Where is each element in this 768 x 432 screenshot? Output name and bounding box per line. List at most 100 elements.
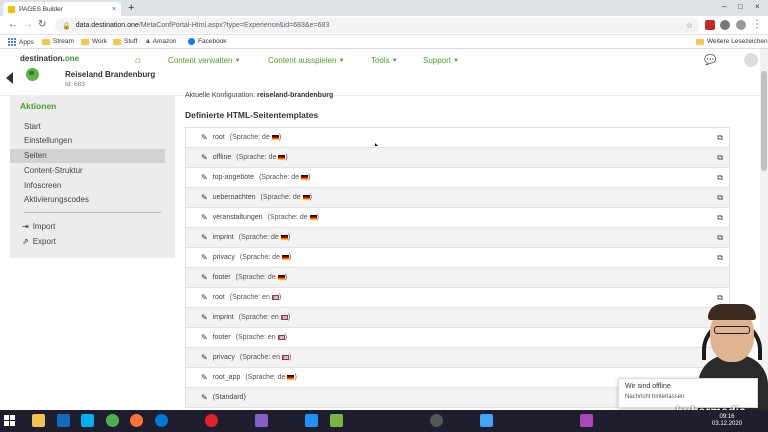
bookmark-star-icon[interactable]: ☆ — [686, 21, 693, 30]
sidebar-item-seiten[interactable]: Seiten — [10, 149, 165, 163]
template-name[interactable]: uebernachten — [213, 194, 256, 201]
nav-support[interactable]: Support ▼ — [423, 56, 459, 65]
edit-icon[interactable]: ✎ — [201, 153, 208, 162]
template-name[interactable]: imprint — [213, 234, 234, 241]
vscode-icon[interactable] — [305, 414, 318, 427]
template-name[interactable]: privacy — [213, 254, 235, 261]
template-row[interactable]: ✎imprint(Sprache: en)⧉ — [186, 308, 729, 328]
edit-icon[interactable]: ✎ — [201, 293, 208, 302]
template-name[interactable]: top-angebote — [213, 174, 254, 181]
import-action[interactable]: ⇥ Import — [22, 222, 55, 231]
browser-menu-icon[interactable]: ⋮ — [752, 19, 762, 31]
template-name[interactable]: footer — [213, 334, 231, 341]
template-row[interactable]: ✎ root (Sprache: de) ⧉ — [186, 128, 729, 148]
external-link-icon[interactable]: ⧉ — [717, 153, 723, 163]
back-arrow-icon[interactable] — [6, 72, 13, 84]
external-link-icon[interactable]: ⧉ — [717, 173, 723, 183]
reload-icon[interactable]: ↻ — [38, 19, 46, 31]
avatar[interactable] — [744, 53, 758, 67]
app-icon[interactable] — [580, 414, 593, 427]
nav-content-verwalten[interactable]: Content verwalten ▼ — [168, 56, 240, 65]
external-link-icon[interactable]: ⧉ — [717, 233, 723, 243]
edit-icon[interactable]: ✎ — [201, 213, 208, 222]
back-nav-icon[interactable]: ← — [8, 19, 18, 31]
opera-icon[interactable] — [205, 414, 218, 427]
bookmark-facebook[interactable]: Facebook — [188, 38, 227, 45]
app-icon[interactable] — [430, 414, 443, 427]
scrollbar-thumb[interactable] — [761, 71, 767, 171]
firefox-icon[interactable] — [130, 414, 143, 427]
edit-icon[interactable]: ✎ — [201, 313, 208, 322]
maximize-button[interactable]: □ — [738, 2, 743, 11]
windows-start-icon[interactable] — [4, 415, 15, 426]
edit-icon[interactable]: ✎ — [201, 173, 208, 182]
address-bar[interactable]: 🔒 data.destination.one /MetaConfPortal-H… — [55, 18, 700, 33]
external-link-icon[interactable]: ⧉ — [717, 213, 723, 223]
bookmark-stuff[interactable]: Stuff — [113, 38, 137, 45]
minimize-button[interactable]: – — [722, 2, 726, 11]
template-name[interactable]: veranstaltungen — [213, 214, 263, 221]
template-name[interactable]: (Standard) — [213, 394, 246, 401]
external-link-icon[interactable]: ⧉ — [717, 133, 723, 143]
new-tab-button[interactable]: + — [128, 2, 134, 14]
template-row[interactable]: ✎ imprint (Sprache: de) ⧉ — [186, 228, 729, 248]
chat-icon[interactable]: 💬 — [704, 55, 716, 66]
template-name[interactable]: root_app — [213, 374, 241, 381]
tab-close-icon[interactable]: × — [112, 6, 116, 13]
visual-studio-icon[interactable] — [255, 414, 268, 427]
template-row[interactable]: ✎ top-angebote (Sprache: de) ⧉ — [186, 168, 729, 188]
template-name[interactable]: root — [213, 134, 225, 141]
browser-tab[interactable]: PAGES Builder × — [3, 2, 121, 16]
edit-icon[interactable]: ✎ — [201, 133, 208, 142]
app-icon[interactable] — [330, 414, 343, 427]
edit-icon[interactable]: ✎ — [201, 253, 208, 262]
edit-icon[interactable]: ✎ — [201, 233, 208, 242]
bookmark-other[interactable]: Weitere Lesezeichen — [696, 38, 768, 45]
profile-icon[interactable] — [736, 20, 746, 30]
template-row[interactable]: ✎ veranstaltungen (Sprache: de) ⧉ — [186, 208, 729, 228]
extension-icon[interactable] — [705, 20, 715, 30]
nav-content-ausspielen[interactable]: Content ausspielen ▼ — [268, 56, 344, 65]
edit-icon[interactable]: ✎ — [201, 393, 208, 402]
template-row[interactable]: ✎ root (Sprache: en) ⧉ — [186, 288, 729, 308]
template-row[interactable]: ✎ privacy (Sprache: en) — [186, 348, 729, 368]
app-icon[interactable] — [480, 414, 493, 427]
home-icon[interactable]: ⌂ — [135, 55, 141, 66]
template-row[interactable]: ✎ offline (Sprache: de) ⧉ — [186, 148, 729, 168]
edit-icon[interactable]: ✎ — [201, 193, 208, 202]
edge-icon[interactable] — [155, 414, 168, 427]
bookmark-stream[interactable]: Stream — [42, 38, 74, 45]
window-close-button[interactable]: × — [755, 2, 760, 11]
export-action[interactable]: ⇗ Export — [22, 237, 56, 246]
template-name[interactable]: offline — [213, 154, 232, 161]
template-row[interactable]: ✎ privacy (Sprache: de) ⧉ — [186, 248, 729, 268]
template-row[interactable]: ✎ footer (Sprache: en) — [186, 328, 729, 348]
taskbar-clock[interactable]: 09:16 03.12.2020 — [712, 414, 742, 428]
bookmark-apps[interactable]: Apps — [8, 38, 34, 46]
edit-icon[interactable]: ✎ — [201, 353, 208, 362]
puzzle-extensions-icon[interactable] — [720, 20, 730, 30]
template-row[interactable]: ✎ footer (Sprache: de) — [186, 268, 729, 288]
edit-icon[interactable]: ✎ — [201, 273, 208, 282]
sidebar-item-content-struktur[interactable]: Content-Struktur — [10, 164, 165, 178]
chrome-icon[interactable] — [106, 414, 119, 427]
sidebar-item-einstellungen[interactable]: Einstellungen — [10, 134, 165, 148]
forward-nav-icon[interactable]: → — [23, 19, 33, 31]
edit-icon[interactable]: ✎ — [201, 373, 208, 382]
nav-tools[interactable]: Tools ▼ — [371, 56, 398, 65]
skype-icon[interactable] — [81, 414, 94, 427]
external-link-icon[interactable]: ⧉ — [717, 253, 723, 263]
bookmark-work[interactable]: Work — [81, 38, 107, 45]
template-name[interactable]: imprint — [213, 314, 234, 321]
bookmark-amazon[interactable]: a Amazon — [146, 38, 176, 45]
sidebar-item-aktivierungscodes[interactable]: Aktivierungscodes — [10, 193, 165, 207]
template-name[interactable]: root — [213, 294, 225, 301]
template-row[interactable]: ✎ uebernachten (Sprache: de) ⧉ — [186, 188, 729, 208]
sidebar-item-start[interactable]: Start — [10, 120, 165, 134]
edit-icon[interactable]: ✎ — [201, 333, 208, 342]
template-name[interactable]: footer — [213, 274, 231, 281]
outlook-icon[interactable] — [57, 414, 70, 427]
brand-logo[interactable]: destination.one — [20, 54, 79, 63]
external-link-icon[interactable]: ⧉ — [717, 193, 723, 203]
sidebar-item-infoscreen[interactable]: Infoscreen — [10, 179, 165, 193]
